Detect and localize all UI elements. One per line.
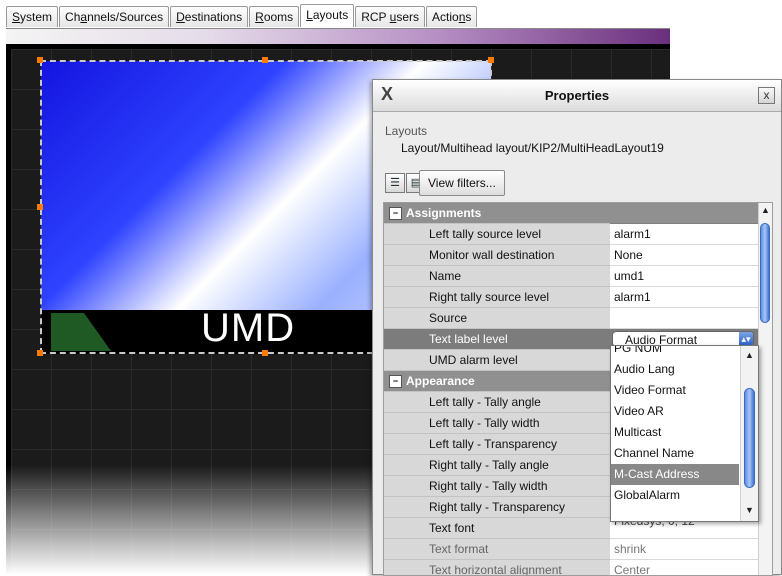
select-arrows-icon[interactable]: ▴▾ (739, 332, 753, 346)
property-row[interactable]: Text horizontal alignment Center (384, 560, 760, 575)
dropdown-option[interactable]: GlobalAlarm (611, 485, 739, 506)
property-row[interactable]: Left tally source level alarm1 (384, 224, 760, 245)
property-value[interactable]: shrink (610, 539, 760, 560)
property-label: Name (384, 266, 610, 287)
property-label: Right tally - Tally angle (384, 455, 610, 476)
collapse-icon[interactable]: − (389, 375, 402, 388)
collapse-icon[interactable]: − (389, 207, 402, 220)
property-row[interactable]: Text format shrink (384, 539, 760, 560)
tab-layouts[interactable]: Layouts (300, 4, 355, 27)
text-label-level-dropdown[interactable]: GlobalAlarm M-Cast Address Channel Name Mul… (610, 345, 759, 522)
tab-system[interactable]: System (6, 6, 59, 27)
properties-title: Properties (544, 88, 610, 103)
property-label: Source (384, 308, 610, 329)
property-label: Right tally - Tally width (384, 476, 610, 497)
close-icon[interactable]: x (758, 87, 775, 104)
property-row[interactable]: Source (384, 308, 760, 329)
scroll-up-icon[interactable]: ▲ (759, 205, 772, 215)
header-bar (6, 28, 670, 45)
property-row[interactable]: Right tally source level alarm1 (384, 287, 760, 308)
property-label: Text horizontal alignment (384, 560, 610, 575)
property-label: Text label level (384, 329, 610, 350)
resize-handle-bottom-left[interactable] (37, 350, 43, 356)
property-label: Left tally - Tally angle (384, 392, 610, 413)
property-value[interactable] (610, 308, 760, 329)
resize-handle-top-right[interactable] (488, 57, 494, 63)
property-label: Monitor wall destination (384, 245, 610, 266)
tab-bar: System Channels/Sources Destinations Rooms L… (6, 4, 478, 28)
property-row[interactable]: Name umd1 (384, 266, 760, 287)
properties-title-bar[interactable]: X Properties x (373, 80, 781, 112)
resize-handle-top-middle[interactable] (262, 57, 268, 63)
resize-handle-left-middle[interactable] (37, 204, 43, 210)
view-filters-button[interactable]: View filters... (419, 170, 505, 196)
property-label: Right tally source level (384, 287, 610, 308)
tab-destinations[interactable]: Destinations (170, 6, 249, 27)
property-row[interactable]: Monitor wall destination None (384, 245, 760, 266)
property-label: Text font (384, 518, 610, 539)
scroll-up-icon[interactable]: ▲ (741, 350, 758, 360)
property-label: Left tally source level (384, 224, 610, 245)
property-value[interactable]: alarm1 (610, 287, 760, 308)
property-value[interactable]: umd1 (610, 266, 760, 287)
property-label: Right tally - Transparency (384, 497, 610, 518)
path-label: Layouts (385, 124, 428, 138)
property-category[interactable]: − Assignments (384, 203, 760, 224)
tab-rooms[interactable]: Rooms (249, 6, 300, 27)
categorized-view-icon[interactable]: ☰ (385, 173, 405, 193)
property-value[interactable]: Center (610, 560, 760, 575)
property-label: UMD alarm level (384, 350, 610, 371)
tab-rcp-users[interactable]: RCP users (355, 6, 426, 27)
scroll-thumb[interactable] (744, 388, 755, 488)
property-label: Left tally - Transparency (384, 434, 610, 455)
category-label: − Assignments (384, 203, 610, 224)
dropdown-option[interactable]: Channel Name (611, 443, 739, 464)
property-value[interactable]: alarm1 (610, 224, 760, 245)
dropdown-option[interactable]: Multicast (611, 422, 739, 443)
dropdown-option[interactable]: Audio Lang (611, 359, 739, 380)
tab-channels-sources[interactable]: Channels/Sources (59, 6, 170, 27)
resize-handle-top-left[interactable] (37, 57, 43, 63)
tab-actions[interactable]: Actions (426, 6, 478, 27)
scroll-thumb[interactable] (760, 223, 770, 323)
resize-handle-bottom-middle[interactable] (262, 350, 268, 356)
property-label: Left tally - Tally width (384, 413, 610, 434)
property-value (610, 203, 760, 224)
dropdown-option[interactable]: PG NUM (611, 346, 739, 359)
path-value: Layout/Multihead layout/KIP2/MultiHeadLa… (401, 141, 664, 155)
dropdown-option[interactable]: Video Format (611, 380, 739, 401)
scroll-down-icon[interactable]: ▼ (741, 505, 758, 515)
category-label: − Appearance (384, 371, 610, 392)
dropdown-scrollbar[interactable]: ▲ ▼ (740, 346, 758, 521)
property-grid-scrollbar[interactable]: ▲ (758, 203, 772, 575)
property-value[interactable]: None (610, 245, 760, 266)
property-label: Text format (384, 539, 610, 560)
dropdown-option[interactable]: M-Cast Address (611, 464, 739, 485)
dropdown-option[interactable]: Video AR (611, 401, 739, 422)
